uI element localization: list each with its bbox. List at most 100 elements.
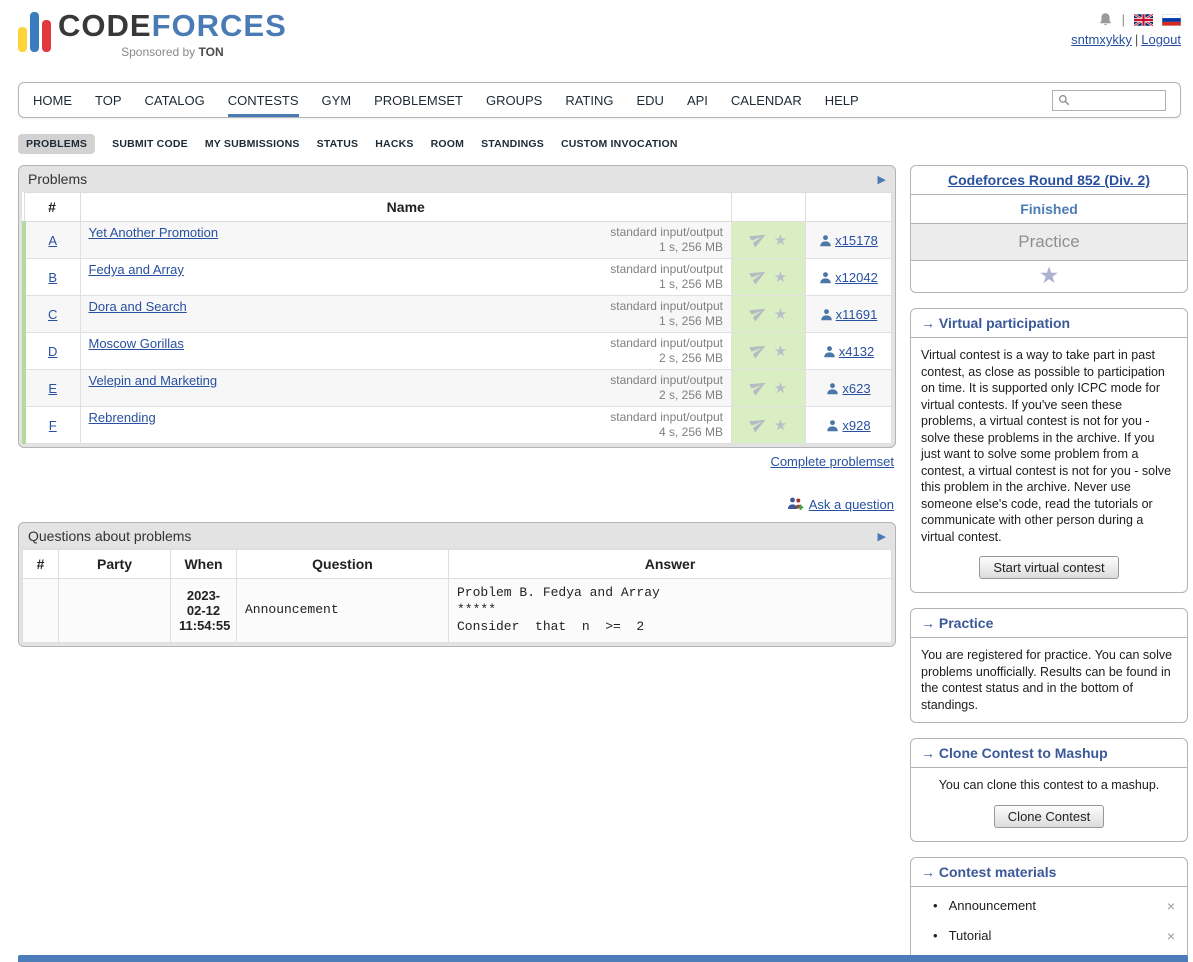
problems-header-row: # Name bbox=[24, 193, 892, 222]
codeforces-logo[interactable]: CODEFORCES Sponsored by TON bbox=[18, 10, 287, 80]
nav-item-catalog[interactable]: CATALOG bbox=[145, 83, 205, 117]
complete-problemset-link[interactable]: Complete problemset bbox=[770, 454, 894, 469]
virtual-participation-text: Virtual contest is a way to take part in… bbox=[911, 338, 1187, 554]
close-icon[interactable]: × bbox=[1167, 898, 1175, 914]
practice-text: You are registered for practice. You can… bbox=[911, 638, 1187, 722]
submit-paper-plane-icon[interactable] bbox=[750, 341, 767, 361]
problem-limits: standard input/output1 s, 256 MB bbox=[610, 299, 723, 329]
contest-subnav: PROBLEMS SUBMIT CODE MY SUBMISSIONS STATUS H… bbox=[18, 134, 1175, 154]
nav-item-home[interactable]: HOME bbox=[33, 83, 72, 117]
questions-header-row: # Party When Question Answer bbox=[23, 550, 892, 579]
contest-materials-box: → Contest materials •Announcement×•Tutor… bbox=[910, 857, 1188, 960]
nav-item-groups[interactable]: GROUPS bbox=[486, 83, 542, 117]
solved-count-link[interactable]: x4132 bbox=[839, 344, 874, 359]
problem-name-link[interactable]: Fedya and Array bbox=[89, 262, 184, 277]
subnav-item-hacks[interactable]: HACKS bbox=[375, 138, 413, 150]
ru-flag-icon[interactable] bbox=[1162, 14, 1181, 26]
problem-index-link[interactable]: F bbox=[49, 418, 57, 433]
main-nav: HOME TOP CATALOG CONTESTS GYM PROBLEMSET GROUP… bbox=[18, 82, 1181, 118]
nav-item-top[interactable]: TOP bbox=[95, 83, 122, 117]
problem-limits: standard input/output4 s, 256 MB bbox=[610, 410, 723, 440]
header-right: | bbox=[1071, 10, 1183, 80]
problems-table: Problems ▶ # Name Astandard input/output… bbox=[18, 165, 896, 448]
favorite-star-icon[interactable]: ★ bbox=[774, 343, 787, 360]
nav-item-api[interactable]: API bbox=[687, 83, 708, 117]
material-item-announcement: • Announcement × bbox=[933, 891, 1175, 921]
nav-item-contests[interactable]: CONTESTS bbox=[228, 83, 299, 117]
favorite-star-icon[interactable]: ★ bbox=[774, 232, 787, 249]
question-party bbox=[59, 579, 171, 643]
subnav-item-my-submissions[interactable]: MY SUBMISSIONS bbox=[205, 138, 300, 150]
problem-index-link[interactable]: A bbox=[48, 233, 57, 248]
logout-link[interactable]: Logout bbox=[1141, 32, 1181, 47]
problem-name-link[interactable]: Yet Another Promotion bbox=[89, 225, 219, 240]
contest-title-link[interactable]: Codeforces Round 852 (Div. 2) bbox=[948, 172, 1150, 188]
nav-item-edu[interactable]: EDU bbox=[636, 83, 663, 117]
nav-item-help[interactable]: HELP bbox=[825, 83, 859, 117]
problem-name-link[interactable]: Rebrending bbox=[89, 410, 156, 425]
submit-paper-plane-icon[interactable] bbox=[750, 230, 767, 250]
col-header-index: # bbox=[24, 193, 80, 222]
logo-bars-icon bbox=[18, 10, 51, 52]
submit-paper-plane-icon[interactable] bbox=[750, 267, 767, 287]
footer-bar bbox=[18, 955, 1188, 962]
subnav-item-room[interactable]: ROOM bbox=[431, 138, 464, 150]
solved-count-link[interactable]: x12042 bbox=[835, 270, 878, 285]
solved-user-icon bbox=[820, 307, 836, 322]
problem-row: Astandard input/output1 s, 256 MB Yet Ano… bbox=[24, 222, 892, 259]
bullet-icon: • bbox=[933, 898, 938, 913]
problem-index-link[interactable]: C bbox=[48, 307, 57, 322]
submit-paper-plane-icon[interactable] bbox=[750, 415, 767, 435]
nav-item-rating[interactable]: RATING bbox=[565, 83, 613, 117]
nav-item-calendar[interactable]: CALENDAR bbox=[731, 83, 802, 117]
close-icon[interactable]: × bbox=[1167, 928, 1175, 944]
submit-paper-plane-icon[interactable] bbox=[750, 378, 767, 398]
subnav-item-standings[interactable]: STANDINGS bbox=[481, 138, 544, 150]
solved-count-link[interactable]: x11691 bbox=[836, 307, 878, 322]
ask-question-link[interactable]: Ask a question bbox=[809, 497, 894, 512]
bell-icon[interactable] bbox=[1098, 12, 1113, 27]
solved-user-icon bbox=[826, 418, 842, 433]
submit-paper-plane-icon[interactable] bbox=[750, 304, 767, 324]
contest-star-icon[interactable]: ★ bbox=[1039, 264, 1060, 287]
problem-name-link[interactable]: Velepin and Marketing bbox=[89, 373, 218, 388]
subnav-item-custom-invocation[interactable]: CUSTOM INVOCATION bbox=[561, 138, 678, 150]
favorite-star-icon[interactable]: ★ bbox=[774, 380, 787, 397]
favorite-star-icon[interactable]: ★ bbox=[774, 417, 787, 434]
username-link[interactable]: sntmxykky bbox=[1071, 32, 1132, 47]
start-virtual-contest-button[interactable]: Start virtual contest bbox=[979, 556, 1118, 579]
col-header-party: Party bbox=[59, 550, 171, 579]
solved-user-icon bbox=[819, 233, 835, 248]
solved-user-icon bbox=[819, 270, 835, 285]
caption-arrow-icon[interactable]: ▶ bbox=[878, 530, 886, 543]
problem-name-link[interactable]: Dora and Search bbox=[89, 299, 187, 314]
solved-user-icon bbox=[826, 381, 842, 396]
virtual-participation-title: → Virtual participation bbox=[911, 309, 1187, 338]
nav-item-gym[interactable]: GYM bbox=[322, 83, 352, 117]
solved-count-link[interactable]: x15178 bbox=[835, 233, 878, 248]
favorite-star-icon[interactable]: ★ bbox=[774, 269, 787, 286]
material-link[interactable]: Announcement bbox=[949, 898, 1036, 913]
problem-name-link[interactable]: Moscow Gorillas bbox=[89, 336, 184, 351]
favorite-star-icon[interactable]: ★ bbox=[774, 306, 787, 323]
solved-count-link[interactable]: x623 bbox=[842, 381, 870, 396]
subnav-item-status[interactable]: STATUS bbox=[317, 138, 359, 150]
question-text: Announcement bbox=[237, 579, 449, 643]
problem-row: Estandard input/output2 s, 256 MBVelepin… bbox=[24, 370, 892, 407]
subnav-item-problems[interactable]: PROBLEMS bbox=[18, 134, 95, 154]
uk-flag-icon[interactable] bbox=[1134, 14, 1153, 26]
subnav-item-submit-code[interactable]: SUBMIT CODE bbox=[112, 138, 188, 150]
search-input[interactable] bbox=[1074, 92, 1160, 108]
contest-status: Finished bbox=[911, 195, 1187, 224]
solved-count-link[interactable]: x928 bbox=[842, 418, 870, 433]
caption-arrow-icon[interactable]: ▶ bbox=[878, 173, 886, 186]
problem-limits: standard input/output1 s, 256 MB bbox=[610, 225, 723, 255]
problem-index-link[interactable]: B bbox=[48, 270, 57, 285]
problem-index-link[interactable]: E bbox=[48, 381, 57, 396]
search-icon bbox=[1058, 94, 1070, 106]
material-link[interactable]: Tutorial bbox=[949, 928, 992, 943]
problem-index-link[interactable]: D bbox=[48, 344, 57, 359]
clone-contest-button[interactable]: Clone Contest bbox=[994, 805, 1104, 828]
practice-title: → Practice bbox=[911, 609, 1187, 638]
nav-item-problemset[interactable]: PROBLEMSET bbox=[374, 83, 463, 117]
